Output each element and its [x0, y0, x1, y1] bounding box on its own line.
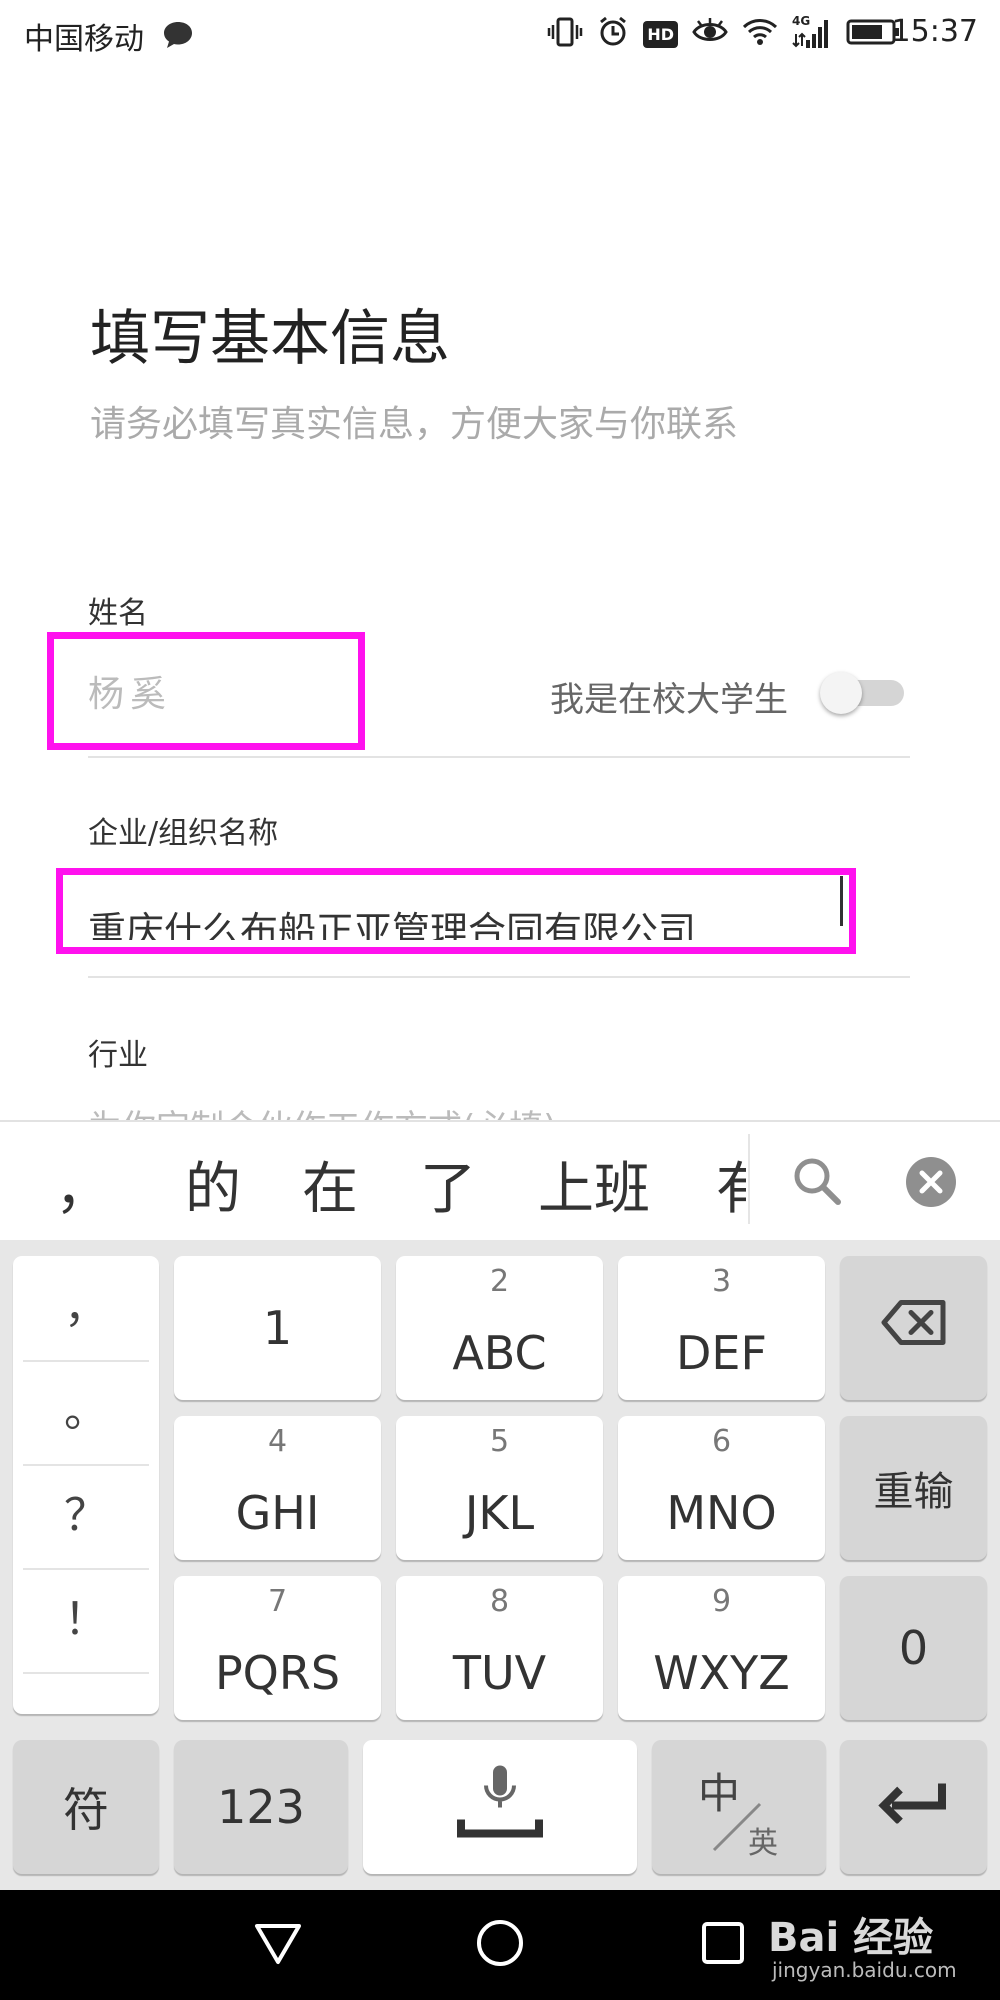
- punctuation-column: ， 。 ？ ！: [13, 1256, 159, 1714]
- search-icon[interactable]: [790, 1154, 844, 1212]
- key-1[interactable]: 1: [174, 1256, 381, 1400]
- student-toggle[interactable]: [820, 672, 904, 714]
- wifi-icon: [742, 18, 778, 50]
- punctuation-key[interactable]: ，: [23, 1256, 149, 1362]
- candidate-separator: [748, 1134, 750, 1224]
- language-switch-key[interactable]: 中 英: [652, 1740, 826, 1874]
- key-label: GHI: [235, 1486, 320, 1540]
- key-7-pqrs[interactable]: 7 PQRS: [174, 1576, 381, 1720]
- key-4-ghi[interactable]: 4 GHI: [174, 1416, 381, 1560]
- message-notification-icon: [162, 20, 194, 54]
- organization-divider: [88, 976, 910, 978]
- key-label: 符: [63, 1783, 109, 1837]
- name-highlight-box: [47, 632, 365, 750]
- watermark-url: jingyan.baidu.com: [772, 1958, 957, 1982]
- page-subtitle: 请务必填写真实信息，方便大家与你联系: [90, 404, 739, 445]
- industry-select[interactable]: 为你定制合伙作工作方式(必填): [88, 1100, 908, 1120]
- punctuation-key[interactable]: ！: [23, 1568, 149, 1674]
- key-number: 7: [267, 1584, 288, 1619]
- name-label: 姓名: [88, 596, 148, 631]
- candidate-item[interactable]: 了: [420, 1144, 476, 1225]
- eye-comfort-icon: [692, 18, 728, 50]
- key-label: WXYZ: [653, 1646, 790, 1700]
- watermark-logo: Bai 经验: [768, 1915, 934, 1961]
- student-toggle-label: 我是在校大学生: [550, 680, 788, 720]
- key-number: 4: [267, 1424, 288, 1459]
- voice-space-key[interactable]: [363, 1740, 637, 1874]
- key-label: 1: [262, 1301, 293, 1355]
- organization-highlight-box: [56, 868, 856, 954]
- key-3-def[interactable]: 3 DEF: [618, 1256, 825, 1400]
- recent-apps-icon[interactable]: [700, 1920, 746, 1970]
- enter-key[interactable]: [840, 1740, 987, 1874]
- number-mode-key[interactable]: 123: [174, 1740, 348, 1874]
- home-icon[interactable]: [475, 1918, 525, 1972]
- page-title: 填写基本信息: [90, 304, 450, 374]
- key-9-wxyz[interactable]: 9 WXYZ: [618, 1576, 825, 1720]
- key-0[interactable]: 0: [840, 1576, 987, 1720]
- keyboard: ， 。 ？ ！ 1 2 ABC 3 DEF 4 GHI 5 JKL 6 MNO …: [0, 1240, 1000, 1890]
- key-number: 3: [711, 1264, 732, 1299]
- backspace-key[interactable]: [840, 1256, 987, 1400]
- key-2-abc[interactable]: 2 ABC: [396, 1256, 603, 1400]
- key-label: 0: [898, 1621, 929, 1675]
- alarm-icon: [597, 16, 629, 52]
- key-label: TUV: [452, 1646, 547, 1700]
- back-icon[interactable]: [253, 1920, 303, 1970]
- key-sublabel: 英: [748, 1826, 778, 1861]
- key-label: PQRS: [214, 1646, 341, 1700]
- clock: 15:37: [891, 14, 978, 49]
- key-5-jkl[interactable]: 5 JKL: [396, 1416, 603, 1560]
- toggle-knob: [820, 672, 862, 714]
- candidate-item[interactable]: ，: [55, 1144, 111, 1225]
- key-number: 2: [489, 1264, 510, 1299]
- status-icons: HD 4G: [547, 14, 900, 52]
- punctuation-key[interactable]: ？: [23, 1464, 149, 1570]
- ime-candidate-bar: ， 的 在 了 上班 有: [0, 1120, 1000, 1240]
- carrier-name: 中国移动: [24, 22, 144, 57]
- key-label: 重输: [873, 1469, 954, 1515]
- candidate-item[interactable]: 的: [185, 1144, 241, 1225]
- key-number: 9: [711, 1584, 732, 1619]
- status-bar: 中国移动 HD 4G 15:37: [0, 0, 1000, 70]
- industry-label: 行业: [88, 1038, 148, 1073]
- candidate-item[interactable]: 在: [302, 1144, 358, 1225]
- symbol-key[interactable]: 符: [13, 1740, 159, 1874]
- vibrate-icon: [547, 16, 583, 52]
- microphone-icon: [363, 1764, 637, 1851]
- key-label: ABC: [452, 1326, 547, 1380]
- close-icon[interactable]: [905, 1156, 957, 1212]
- backspace-icon: [840, 1300, 987, 1357]
- reinput-key[interactable]: 重输: [840, 1416, 987, 1560]
- key-label: MNO: [666, 1486, 777, 1540]
- punctuation-key[interactable]: 。: [23, 1360, 149, 1466]
- key-number: 5: [489, 1424, 510, 1459]
- signal-icon: 4G: [792, 14, 832, 50]
- key-label: DEF: [676, 1326, 767, 1380]
- hd-icon: HD: [643, 20, 678, 48]
- candidate-item[interactable]: 上班: [538, 1144, 650, 1225]
- enter-icon: [840, 1780, 987, 1835]
- key-8-tuv[interactable]: 8 TUV: [396, 1576, 603, 1720]
- key-label: JKL: [464, 1486, 535, 1540]
- key-number: 8: [489, 1584, 510, 1619]
- candidate-item[interactable]: 有: [716, 1144, 746, 1225]
- key-6-mno[interactable]: 6 MNO: [618, 1416, 825, 1560]
- key-label: 123: [217, 1780, 305, 1834]
- organization-label: 企业/组织名称: [88, 816, 279, 851]
- key-number: 6: [711, 1424, 732, 1459]
- name-divider: [88, 756, 910, 758]
